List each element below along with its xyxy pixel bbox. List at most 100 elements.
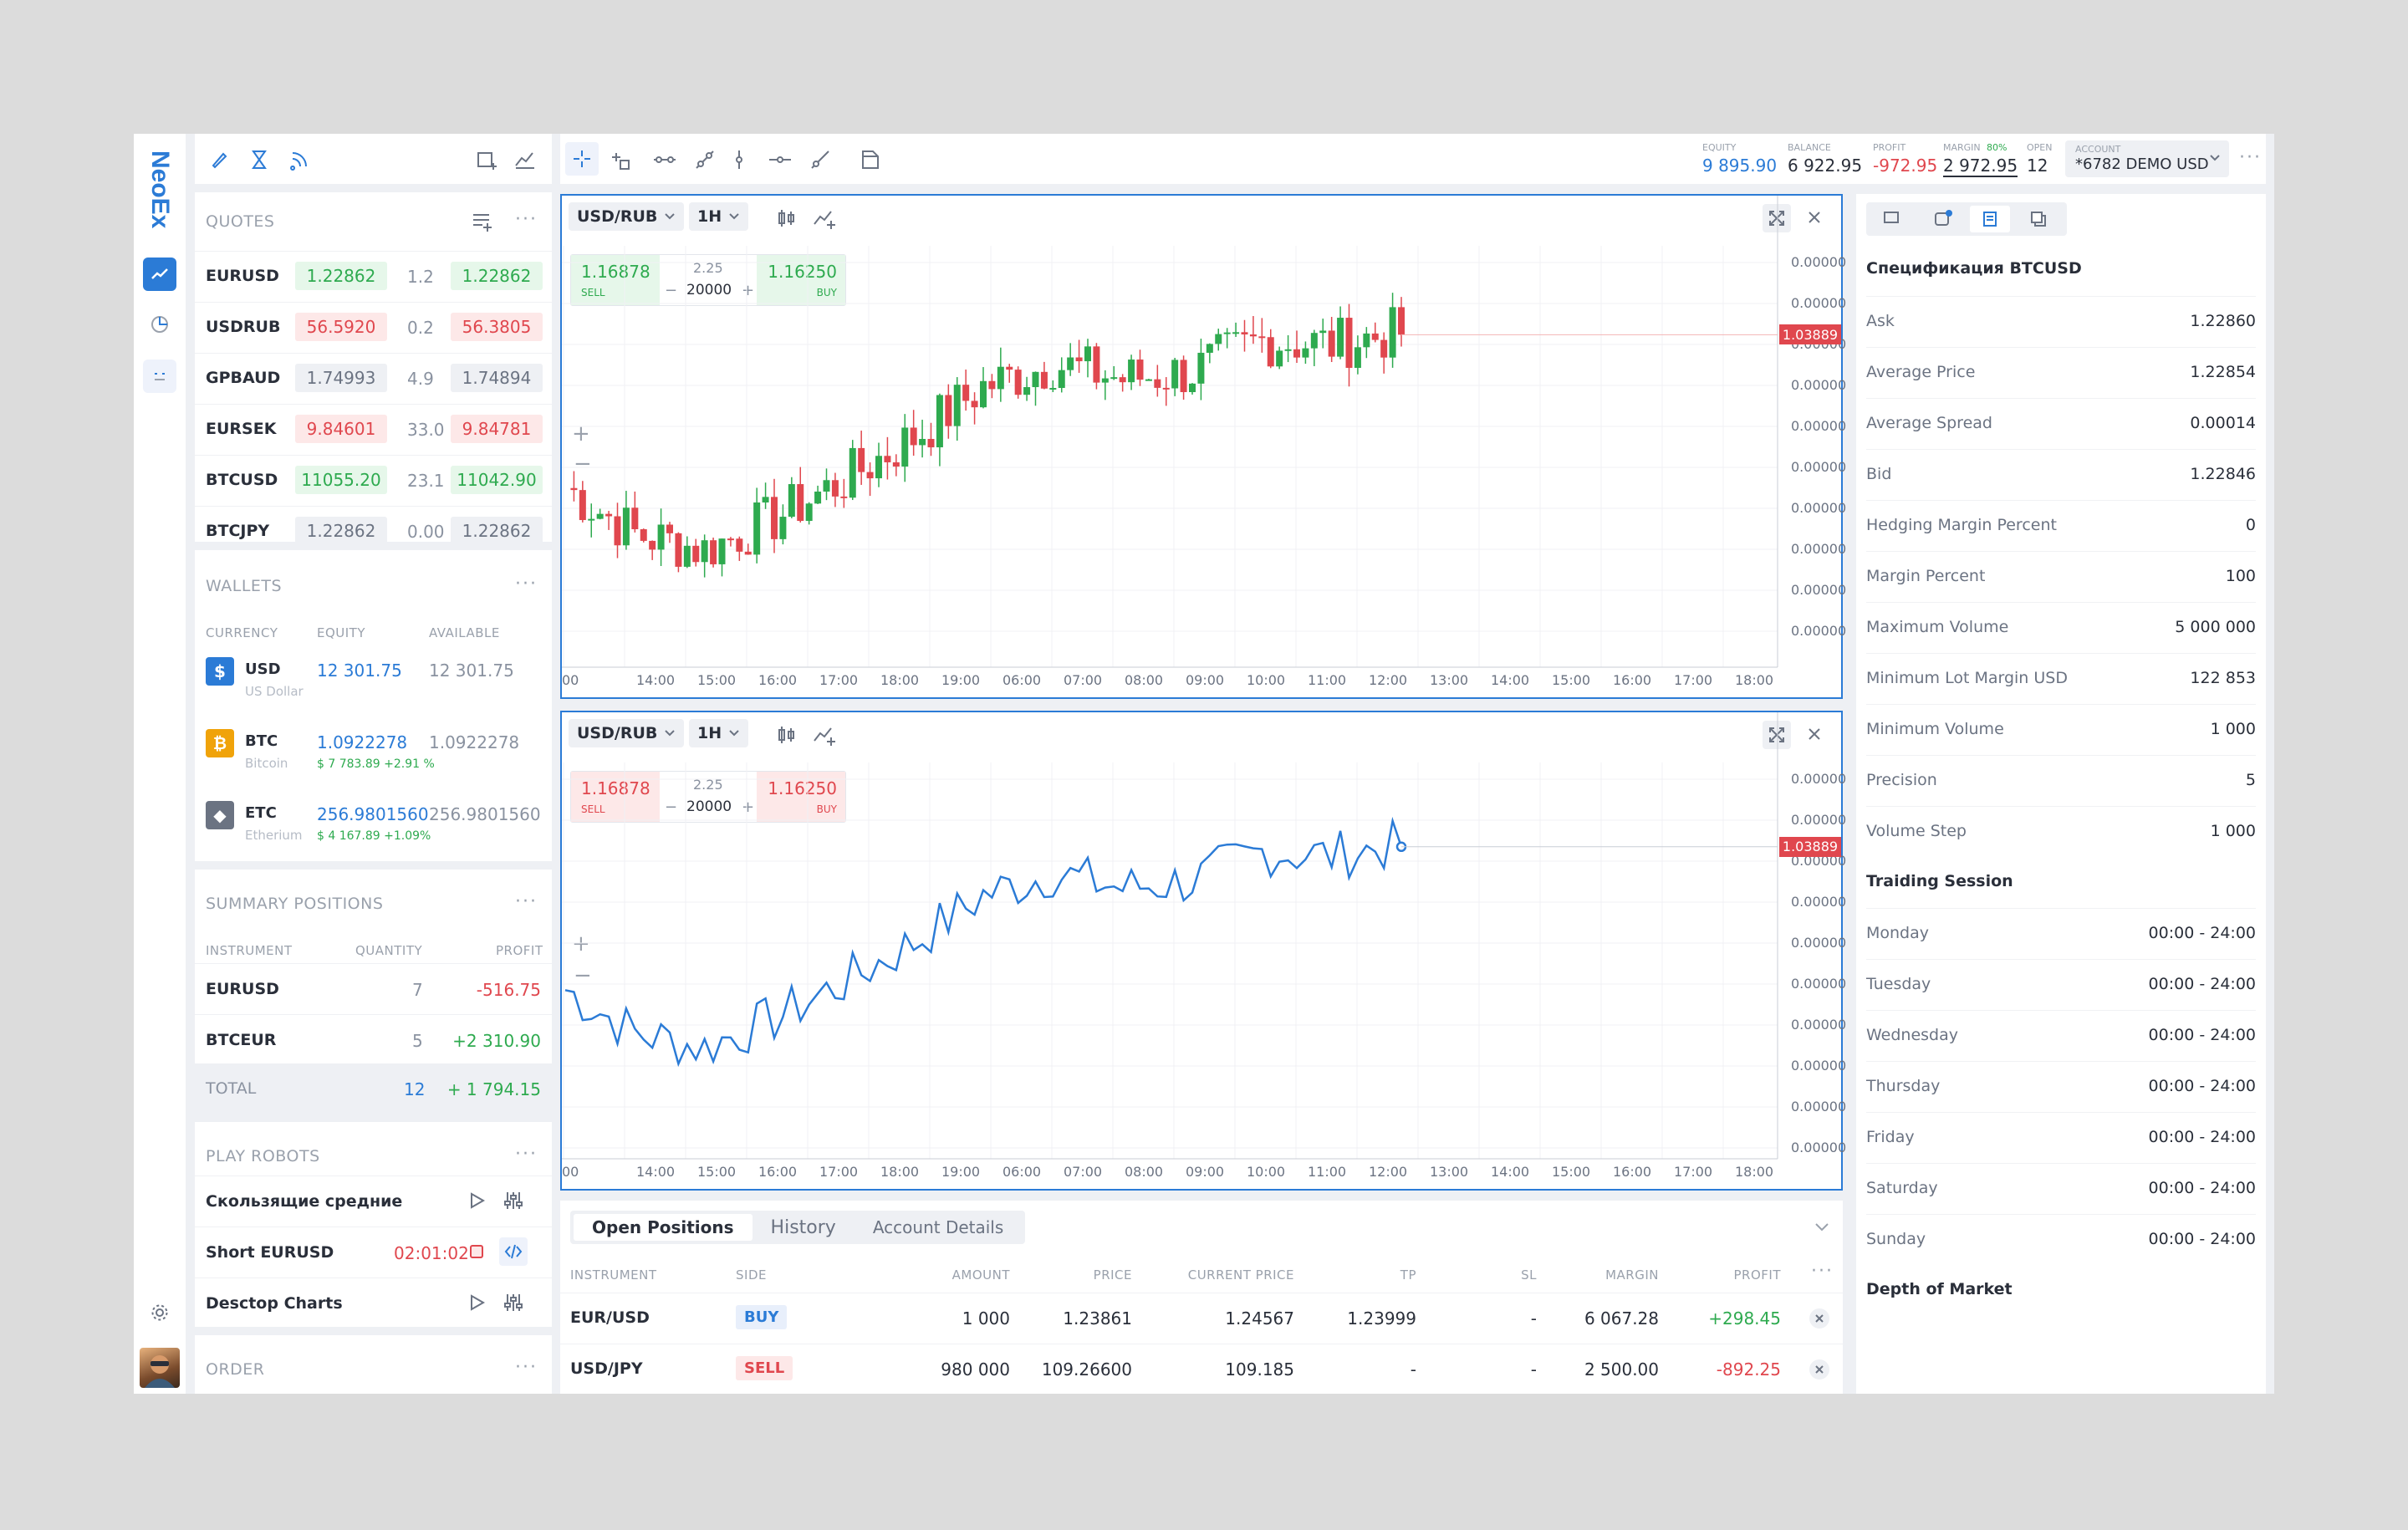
order-more-icon[interactable]: ··· (515, 1357, 538, 1378)
robot-row[interactable]: Desctop Charts (195, 1278, 552, 1328)
summary-row[interactable]: BTCEUR 5 +2 310.90 (195, 1014, 552, 1064)
candles-type-icon[interactable] (776, 207, 798, 229)
close-position-button[interactable] (1809, 1359, 1829, 1380)
quote-bid[interactable]: 1.22862 (295, 262, 387, 290)
quote-row[interactable]: EURUSD 1.22862 1.2 1.22862 (195, 251, 552, 301)
buy-button[interactable]: 1.16250 BUY (757, 772, 845, 822)
zoom-in-button[interactable]: + (572, 421, 590, 446)
quote-ask[interactable]: 1.22862 (451, 262, 543, 290)
position-row[interactable]: EUR/USD BUY 1 000 1.23861 1.24567 1.23999 - 6 0… (560, 1293, 1843, 1343)
position-row[interactable]: USD/JPY SELL 980 000 109.26600 109.185 - - 2 50… (560, 1344, 1843, 1394)
robot-settings-button[interactable] (499, 1288, 528, 1317)
quotes-more-icon[interactable]: ··· (515, 209, 538, 230)
summary-more-icon[interactable]: ··· (515, 891, 538, 912)
quote-bid[interactable]: 11055.20 (295, 466, 387, 494)
user-avatar[interactable] (140, 1348, 180, 1388)
sell-button[interactable]: 1.16878 SELL (571, 772, 660, 822)
pair-select[interactable]: USD/RUB (569, 202, 685, 231)
positions-more-icon[interactable]: ··· (1811, 1261, 1834, 1282)
crosshair-tool-button[interactable] (565, 142, 599, 176)
wallets-more-icon[interactable]: ··· (515, 574, 538, 594)
quote-row[interactable]: USDRUB 56.5920 0.2 56.3805 (195, 302, 552, 352)
robot-code-button[interactable] (499, 1237, 528, 1266)
summary-row[interactable]: EURUSD 7 -516.75 (195, 963, 552, 1013)
quote-ask[interactable]: 1.22862 (451, 517, 543, 545)
feed-icon[interactable] (288, 149, 310, 171)
quote-bid[interactable]: 1.74993 (295, 364, 387, 392)
amount-decrease-button[interactable]: − (665, 282, 677, 299)
pair-select[interactable]: USD/RUB (569, 719, 685, 747)
amount-increase-button[interactable]: + (742, 282, 754, 299)
chat-icon[interactable] (1883, 211, 1901, 227)
indicators-icon[interactable] (813, 724, 838, 746)
timeframe-select[interactable]: 1H (689, 202, 749, 231)
robots-more-icon[interactable]: ··· (515, 1144, 538, 1165)
spec-tab-document[interactable] (1970, 206, 2010, 232)
robot-row[interactable]: Скользящие средние (195, 1176, 552, 1226)
add-chart-icon[interactable] (514, 149, 538, 171)
buy-button[interactable]: 1.16250 BUY (757, 255, 845, 305)
collapse-chevron-icon[interactable] (1814, 1222, 1829, 1232)
tab-account-details[interactable]: Account Details (855, 1214, 1022, 1241)
summary-col-quantity: QUANTITY (355, 943, 423, 958)
robot-settings-button[interactable] (499, 1186, 528, 1215)
add-window-icon[interactable] (476, 149, 497, 171)
expand-button[interactable] (1763, 721, 1791, 749)
tab-history[interactable]: History (752, 1214, 855, 1241)
sell-button[interactable]: 1.16878 SELL (571, 255, 660, 305)
quote-row[interactable]: BTCUSD 11055.20 23.1 11042.90 (195, 455, 552, 505)
notifications-icon[interactable] (1933, 209, 1953, 227)
line-chart-widget[interactable]: USD/RUB 1H 1.16878 SELL 2.25−20000 +1.16250 BU… (560, 711, 1847, 1191)
wallet-row[interactable]: ◆ ETC Etherium 256.9801560 $ 4 167.89 +1.09%… (195, 788, 552, 859)
trend-line-icon[interactable] (694, 149, 716, 171)
ray-icon[interactable] (809, 149, 831, 171)
close-icon[interactable] (1808, 727, 1821, 741)
note-icon[interactable] (860, 149, 881, 171)
horizontal-ray-icon[interactable] (652, 149, 677, 171)
timeframe-select[interactable]: 1H (689, 719, 749, 747)
quote-row[interactable]: EURSEK 9.84601 33.0 9.84781 (195, 404, 552, 454)
horizontal-line-icon[interactable] (768, 149, 793, 171)
quote-bid[interactable]: 9.84601 (295, 415, 387, 443)
hourglass-icon[interactable] (248, 149, 270, 171)
nav-settings-button[interactable] (143, 1296, 176, 1329)
zoom-out-button[interactable]: − (574, 451, 592, 477)
quote-row[interactable]: GPBAUD 1.74993 4.9 1.74894 (195, 353, 552, 403)
wallet-row[interactable]: ₿ BTC Bitcoin 1.0922278 $ 7 783.89 +2.91 % 1.… (195, 716, 552, 788)
nav-robots-button[interactable] (143, 360, 176, 393)
x-tick-label: 12:00 (1369, 1164, 1408, 1180)
copy-icon[interactable] (2030, 211, 2048, 227)
cursor-tool-icon[interactable] (609, 149, 630, 171)
quote-bid[interactable]: 1.22862 (295, 517, 387, 545)
quote-ask[interactable]: 11042.90 (451, 466, 543, 494)
zoom-out-button[interactable]: − (574, 963, 592, 988)
quote-ask[interactable]: 56.3805 (451, 313, 543, 341)
wallet-row[interactable]: $ USD US Dollar 12 301.75 12 301.75 (195, 644, 552, 716)
quote-bid[interactable]: 56.5920 (295, 313, 387, 341)
robot-row[interactable]: Short EURUSD 02:01:02 (195, 1227, 552, 1277)
tab-open-positions[interactable]: Open Positions (574, 1214, 752, 1241)
add-list-icon[interactable] (471, 209, 494, 232)
zoom-in-button[interactable]: + (572, 931, 590, 956)
candles-type-icon[interactable] (776, 724, 798, 746)
rocket-icon[interactable] (208, 149, 230, 171)
quote-ask[interactable]: 1.74894 (451, 364, 543, 392)
y-tick-label: 0.00000 (1791, 1017, 1847, 1033)
robot-play-button[interactable] (466, 1292, 487, 1313)
candlestick-chart-widget[interactable]: USD/RUB 1H 1.16878 SELL 2.25−20000 +1.16250 BU… (560, 194, 1846, 699)
quote-row[interactable]: BTCJPY 1.22862 0.00 1.22862 (195, 506, 552, 556)
vertical-line-icon[interactable] (731, 149, 747, 171)
indicators-icon[interactable] (813, 207, 838, 229)
robot-stop-button[interactable] (466, 1241, 487, 1262)
toolbar-more-icon[interactable]: ··· (2239, 147, 2262, 168)
quote-ask[interactable]: 9.84781 (451, 415, 543, 443)
expand-button[interactable] (1763, 204, 1791, 232)
nav-analytics-button[interactable] (143, 308, 176, 341)
robot-play-button[interactable] (466, 1190, 487, 1211)
close-icon[interactable] (1808, 211, 1821, 224)
nav-trading-button[interactable] (143, 258, 176, 291)
amount-decrease-button[interactable]: − (665, 798, 677, 816)
account-selector[interactable]: ACCOUNT *6782 DEMO USD (2065, 140, 2229, 177)
close-position-button[interactable] (1809, 1308, 1829, 1329)
amount-increase-button[interactable]: + (742, 798, 754, 816)
